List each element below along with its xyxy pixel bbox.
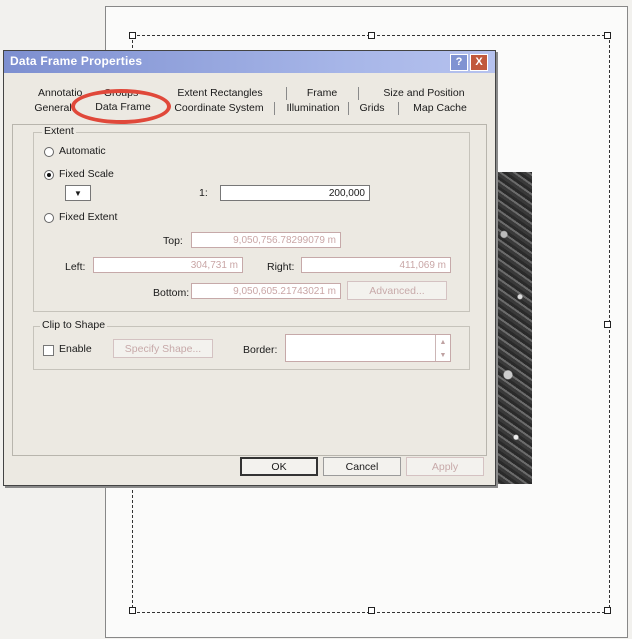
chevron-down-icon: ▼ (74, 189, 82, 198)
scale-prefix-label: 1: (199, 187, 208, 199)
automatic-label: Automatic (59, 145, 106, 157)
ok-button[interactable]: OK (240, 457, 318, 476)
automatic-radio[interactable] (44, 147, 54, 157)
bottom-input[interactable]: 9,050,605.21743021 m (191, 283, 341, 299)
selection-handle[interactable] (368, 607, 375, 614)
selection-handle[interactable] (129, 32, 136, 39)
help-button[interactable]: ? (450, 54, 468, 71)
tab-divider (286, 87, 287, 100)
title-bar[interactable]: Data Frame Properties ? X (4, 51, 495, 73)
top-label: Top: (163, 235, 183, 247)
enable-label: Enable (59, 343, 92, 355)
selection-handle[interactable] (604, 32, 611, 39)
tab-map-cache[interactable]: Map Cache (404, 100, 476, 116)
advanced-button[interactable]: Advanced... (347, 281, 447, 300)
specify-shape-button[interactable]: Specify Shape... (113, 339, 213, 358)
border-label: Border: (243, 344, 278, 356)
spin-down-icon: ▼ (439, 352, 447, 359)
left-input[interactable]: 304,731 m (93, 257, 243, 273)
tab-divider (398, 102, 399, 115)
data-frame-tab-panel: Extent Automatic Fixed Scale ▼ 1: 200,00… (12, 124, 487, 456)
apply-button[interactable]: Apply (406, 457, 484, 476)
scale-dropdown[interactable]: ▼ (65, 185, 91, 201)
tab-grids[interactable]: Grids (354, 100, 390, 116)
tab-extent-rectangles[interactable]: Extent Rectangles (170, 85, 270, 101)
highlight-circle (71, 89, 171, 124)
right-label: Right: (267, 261, 295, 273)
fixed-scale-label: Fixed Scale (59, 168, 114, 180)
fixed-extent-radio[interactable] (44, 213, 54, 223)
selection-handle[interactable] (129, 607, 136, 614)
scale-input[interactable]: 200,000 (220, 185, 370, 201)
left-label: Left: (65, 261, 86, 273)
fixed-scale-radio[interactable] (44, 170, 54, 180)
top-input[interactable]: 9,050,756.78299079 m (191, 232, 341, 248)
tab-divider (358, 87, 359, 100)
selection-handle[interactable] (368, 32, 375, 39)
tab-illumination[interactable]: Illumination (282, 100, 344, 116)
tab-general[interactable]: General (31, 100, 75, 116)
cancel-button[interactable]: Cancel (323, 457, 401, 476)
tab-divider (348, 102, 349, 115)
selection-handle[interactable] (604, 321, 611, 328)
tab-size-and-position[interactable]: Size and Position (374, 85, 474, 101)
tab-divider (274, 102, 275, 115)
tab-frame[interactable]: Frame (297, 85, 347, 101)
border-spinner[interactable]: ▲ ▼ (435, 335, 450, 361)
dialog-title: Data Frame Properties (10, 54, 143, 68)
data-frame-properties-dialog: Data Frame Properties ? X Annotatio Grou… (3, 50, 496, 486)
spin-up-icon: ▲ (439, 339, 447, 346)
fixed-extent-label: Fixed Extent (59, 211, 118, 223)
bottom-label: Bottom: (153, 287, 190, 299)
right-input[interactable]: 411,069 m (301, 257, 451, 273)
enable-checkbox[interactable] (43, 345, 54, 356)
selection-handle[interactable] (604, 607, 611, 614)
map-image (492, 172, 532, 484)
close-button[interactable]: X (470, 54, 488, 71)
clip-group-label: Clip to Shape (40, 319, 108, 331)
extent-group-label: Extent (42, 125, 76, 137)
tab-coordinate-system[interactable]: Coordinate System (169, 100, 269, 116)
border-selector[interactable]: ▲ ▼ (285, 334, 451, 362)
